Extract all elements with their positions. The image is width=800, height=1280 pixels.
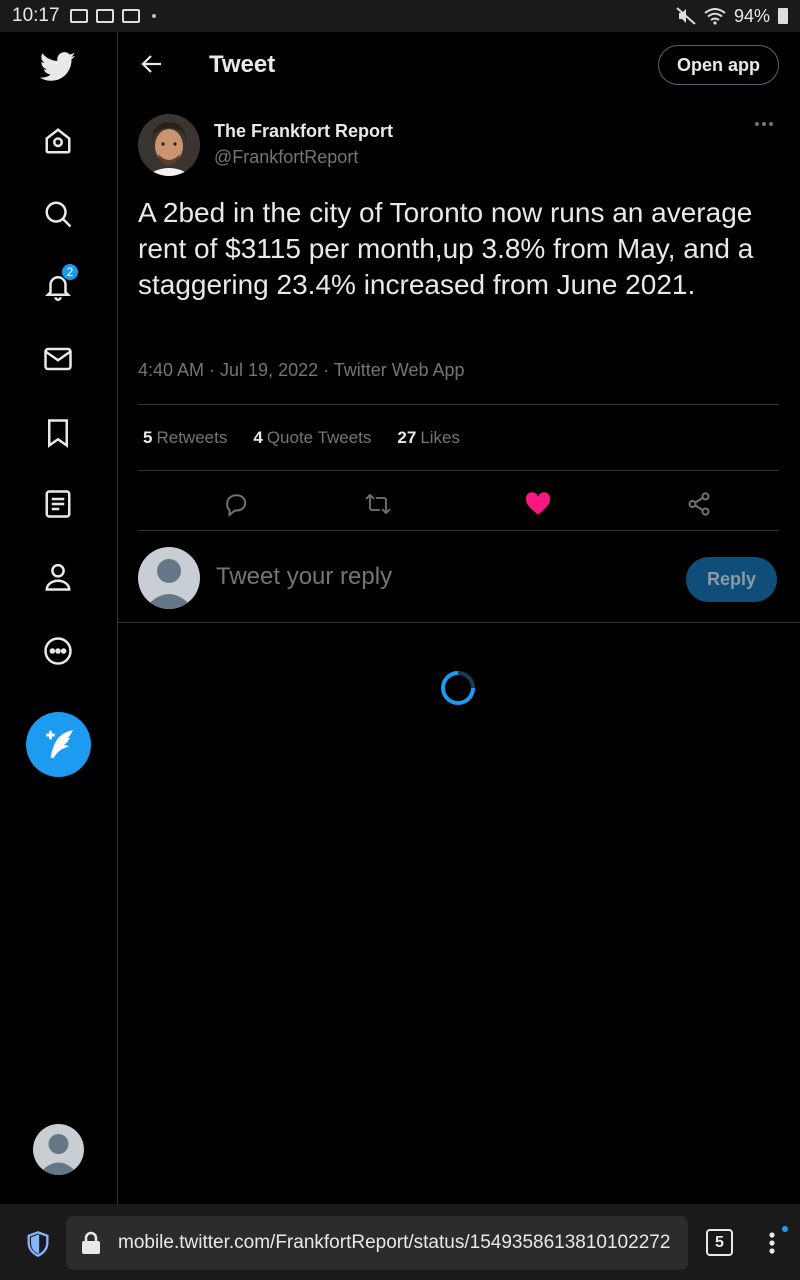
retweets-stat[interactable]: 5 Retweets	[143, 428, 227, 448]
more-menu-icon[interactable]	[750, 114, 778, 134]
gallery-notification-icon	[69, 9, 88, 23]
lock-icon	[80, 1231, 102, 1255]
likes-stat[interactable]: 27 Likes	[397, 428, 460, 448]
quote-tweets-count: 4	[253, 428, 263, 447]
reply-composer: Reply	[118, 531, 800, 623]
browser-url-bar: mobile.twitter.com/FrankfortReport/statu…	[0, 1204, 800, 1280]
tweet-author[interactable]: The Frankfort Report @FrankfortReport	[138, 114, 778, 178]
retweets-label: Retweets	[156, 428, 228, 447]
main-column: Tweet Open app The Frankfort Report @Fra…	[118, 32, 800, 1204]
reply-input[interactable]	[216, 563, 656, 591]
messages-icon[interactable]	[29, 330, 87, 388]
share-icon[interactable]	[681, 486, 717, 522]
battery-icon	[778, 8, 788, 24]
status-bar: 10:17 94%	[0, 0, 800, 32]
author-avatar[interactable]	[138, 114, 200, 176]
back-arrow-icon[interactable]	[136, 48, 168, 80]
home-icon[interactable]	[29, 112, 87, 170]
reply-icon[interactable]	[218, 486, 254, 522]
compose-feather-icon	[45, 729, 73, 758]
more-notifications-dot	[151, 14, 156, 18]
header: Tweet Open app	[118, 32, 800, 100]
notifications-badge: 2	[61, 263, 79, 281]
privacy-shield-icon[interactable]	[24, 1230, 52, 1258]
search-icon[interactable]	[29, 185, 87, 243]
screenshot-notification-icon	[121, 9, 140, 23]
wifi-icon	[704, 8, 726, 25]
app-notification-icon	[95, 9, 114, 23]
quote-tweets-stat[interactable]: 4 Quote Tweets	[253, 428, 371, 448]
notifications-icon[interactable]: 2	[29, 257, 87, 315]
address-bar[interactable]: mobile.twitter.com/FrankfortReport/statu…	[66, 1216, 688, 1270]
open-app-button[interactable]: Open app	[658, 45, 779, 85]
twitter-logo-icon[interactable]	[29, 38, 87, 96]
sidebar: 2	[0, 32, 118, 1204]
page-title: Tweet	[209, 51, 276, 78]
likes-count: 27	[397, 428, 417, 447]
battery-percent: 94%	[733, 5, 770, 26]
compose-tweet-button[interactable]	[26, 712, 91, 777]
profile-icon[interactable]	[29, 548, 87, 606]
account-avatar[interactable]	[33, 1124, 84, 1175]
retweet-icon[interactable]	[360, 486, 396, 522]
url-text[interactable]: mobile.twitter.com/FrankfortReport/statu…	[118, 1232, 670, 1254]
browser-menu-icon[interactable]	[764, 1226, 788, 1260]
loading-spinner-icon	[440, 670, 476, 706]
tweet-text: A 2bed in the city of Toronto now runs a…	[138, 197, 754, 300]
quote-tweets-label: Quote Tweets	[266, 428, 372, 447]
likes-label: Likes	[420, 428, 461, 447]
reply-avatar	[138, 547, 200, 609]
retweets-count: 5	[143, 428, 153, 447]
more-options-icon[interactable]	[29, 622, 87, 680]
author-handle[interactable]: @FrankfortReport	[214, 147, 358, 168]
mute-icon	[676, 7, 696, 25]
tweet-actions	[138, 480, 779, 530]
divider	[138, 470, 779, 471]
tweet-meta[interactable]: 4:40 AM · Jul 19, 2022 · Twitter Web App	[138, 360, 465, 381]
author-name[interactable]: The Frankfort Report	[214, 121, 393, 142]
reply-button[interactable]: Reply	[686, 557, 777, 602]
tab-count-button[interactable]: 5	[706, 1229, 733, 1256]
status-right: 94%	[676, 6, 788, 27]
divider	[138, 404, 779, 405]
like-heart-icon[interactable]	[520, 486, 556, 522]
status-time: 10:17	[12, 5, 60, 26]
lists-icon[interactable]	[29, 475, 87, 533]
bookmarks-icon[interactable]	[29, 404, 87, 462]
tweet-stats: 5 Retweets 4 Quote Tweets 27 Likes	[143, 428, 460, 448]
